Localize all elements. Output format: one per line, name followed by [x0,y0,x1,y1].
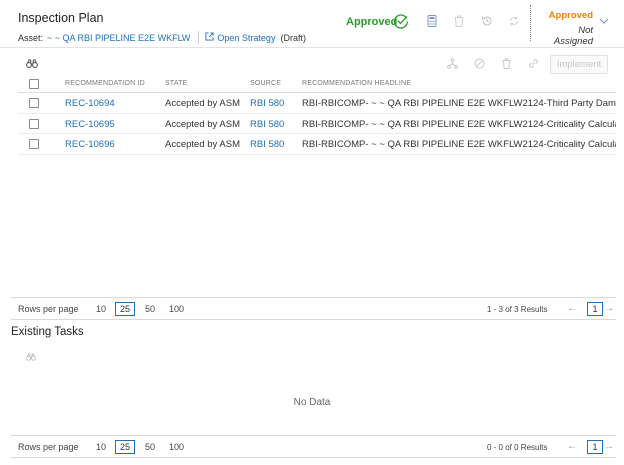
check-circle-icon[interactable] [393,13,409,29]
page-size-option[interactable]: 50 [145,304,155,314]
page-size-option-selected[interactable]: 25 [115,440,136,454]
state-cell: Accepted by ASM [165,118,240,130]
column-header-state[interactable]: STATE [165,80,188,87]
empty-state-text: No Data [293,397,331,408]
page-size-option[interactable]: 50 [145,442,155,452]
existing-tasks-pager: Rows per page 10 25 50 100 0 - 0 of 0 Re… [11,435,616,458]
state-cell: Accepted by ASM [165,98,240,109]
trash-icon[interactable] [501,58,512,69]
binoculars-icon[interactable] [26,59,38,68]
table-row[interactable]: REC-10696 Accepted by ASM RBI 580 RBI-RB… [18,134,616,156]
history-icon[interactable] [481,15,493,27]
page-number[interactable]: 1 [587,302,603,316]
recommendations-pager: Rows per page 10 25 50 100 1 - 3 of 3 Re… [11,297,616,320]
binoculars-icon[interactable] [26,353,36,361]
approved-status: Approved [346,16,398,28]
recommendation-id-link[interactable]: REC-10695 [65,119,115,130]
page-title: Inspection Plan [18,11,104,25]
grid-toolbar: Implement [0,52,624,76]
calculator-icon[interactable] [426,15,438,27]
page-header: Inspection Plan Asset: ~ ~ QA RBI PIPELI… [0,0,624,48]
column-header-recommendation-id[interactable]: RECOMMENDATION ID [65,80,145,87]
refresh-icon[interactable] [508,15,520,27]
page-size-option[interactable]: 100 [169,304,184,314]
hierarchy-icon[interactable] [447,58,458,69]
state-label: Approved [548,10,593,21]
results-count: 0 - 0 of 0 Results [487,443,548,452]
table-row[interactable]: REC-10694 Accepted by ASM RBI 580 RBI-RB… [18,93,616,114]
trash-icon[interactable] [453,15,465,27]
external-link-icon[interactable] [205,32,214,43]
arrow-right-icon[interactable]: → [604,303,614,314]
divider [198,31,200,44]
select-all-checkbox[interactable] [29,79,39,89]
headline-cell: RBI-RBICOMP- ~ ~ QA RBI PIPELINE E2E WKF… [302,98,616,109]
table-row[interactable]: REC-10695 Accepted by ASM RBI 580 RBI-RB… [18,114,616,135]
cancel-icon[interactable] [474,58,485,69]
link-icon[interactable] [528,58,539,69]
grid-header: RECOMMENDATION ID STATE SOURCE RECOMMEND… [18,76,616,93]
column-header-headline[interactable]: RECOMMENDATION HEADLINE [302,80,411,87]
source-link[interactable]: RBI 580 [250,98,284,109]
arrow-left-icon[interactable]: ← [567,441,577,452]
state-assignment[interactable]: Approved Not Assigned [537,10,593,47]
row-checkbox[interactable] [29,139,39,150]
section-title: Existing Tasks [11,326,84,338]
rows-per-page-label: Rows per page [18,442,79,452]
results-count: 1 - 3 of 3 Results [487,305,548,314]
state-cell: Accepted by ASM [165,139,240,151]
recommendations-grid: RECOMMENDATION ID STATE SOURCE RECOMMEND… [18,76,616,156]
source-link[interactable]: RBI 580 [250,139,284,150]
page-size-option-selected[interactable]: 25 [115,302,136,316]
headline-cell: RBI-RBICOMP- ~ ~ QA RBI PIPELINE E2E WKF… [302,118,616,130]
row-checkbox[interactable] [29,118,39,129]
chevron-down-icon[interactable] [599,18,609,25]
recommendation-id-link[interactable]: REC-10696 [65,139,115,150]
page-size-option[interactable]: 10 [96,304,106,314]
implement-button[interactable]: Implement [550,55,608,74]
headline-cell: RBI-RBICOMP- ~ ~ QA RBI PIPELINE E2E WKF… [302,139,616,151]
recommendation-id-link[interactable]: REC-10694 [65,98,115,109]
row-checkbox[interactable] [29,98,39,108]
strategy-draft-label: (Draft) [280,32,306,43]
asset-link[interactable]: ~ ~ QA RBI PIPELINE E2E WKFLW [47,33,190,43]
open-strategy-link[interactable]: Open Strategy [217,33,275,43]
source-link[interactable]: RBI 580 [250,119,284,130]
page-size-option[interactable]: 10 [96,442,106,452]
asset-line: Asset: ~ ~ QA RBI PIPELINE E2E WKFLW Ope… [18,31,306,44]
page-number[interactable]: 1 [587,440,603,454]
arrow-left-icon[interactable]: ← [567,303,577,314]
asset-label: Asset: [18,32,44,43]
page-size-option[interactable]: 100 [169,442,184,452]
column-header-source[interactable]: SOURCE [250,80,281,87]
arrow-right-icon[interactable]: → [604,441,614,452]
divider [530,5,531,41]
rows-per-page-label: Rows per page [18,304,79,314]
assignee-label: Not Assigned [553,25,593,47]
